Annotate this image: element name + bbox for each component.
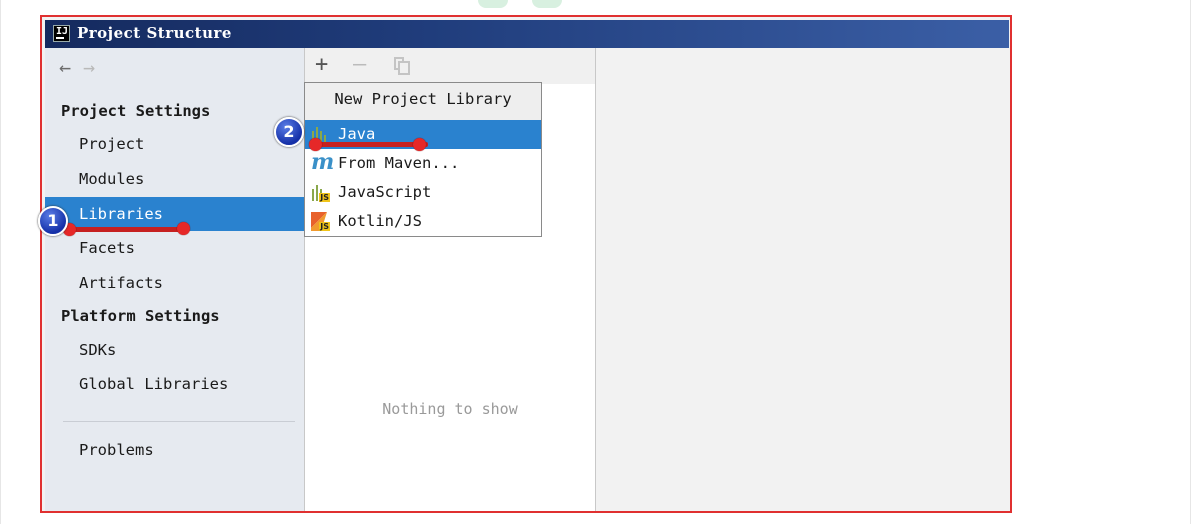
plus-icon[interactable]: +: [315, 54, 328, 76]
maven-icon: m: [311, 149, 335, 175]
sidebar-divider: [63, 421, 295, 422]
popup-item-javascript[interactable]: JS JavaScript: [305, 178, 541, 207]
annotation-underline-libraries: [58, 227, 186, 232]
popup-title: New Project Library: [305, 83, 541, 120]
navigation-arrows: ← →: [59, 57, 95, 77]
kotlin-js-icon: JS: [311, 212, 330, 231]
sidebar-item-global-libraries[interactable]: Global Libraries: [45, 367, 304, 401]
annotation-marker-1: 1: [38, 206, 68, 236]
popup-item-label: Java: [338, 125, 376, 143]
page-border-left: [0, 0, 1, 524]
sidebar-item-problems[interactable]: Problems: [45, 433, 304, 467]
library-toolbar: + —: [305, 48, 595, 84]
title-bar[interactable]: IJ Project Structure: [45, 20, 1009, 48]
sidebar-item-artifacts[interactable]: Artifacts: [45, 266, 304, 300]
project-settings-header: Project Settings: [61, 102, 211, 120]
page-border-right: [1190, 0, 1191, 524]
annotation-dot: [309, 138, 322, 151]
popup-item-from-maven[interactable]: m From Maven...: [305, 149, 541, 178]
copy-icon[interactable]: [394, 57, 410, 75]
sidebar-item-project[interactable]: Project: [45, 127, 304, 161]
minus-icon[interactable]: —: [353, 54, 366, 76]
annotation-underline-java: [312, 142, 428, 147]
popup-item-kotlin-js[interactable]: JS Kotlin/JS: [305, 207, 541, 236]
settings-sidebar: ← → Project Settings Project Modules Libr…: [45, 48, 304, 511]
window-title: Project Structure: [77, 24, 232, 42]
arrow-right-icon[interactable]: →: [83, 55, 95, 79]
decorative-header-shape: [470, 0, 590, 10]
intellij-app-icon: IJ: [53, 25, 70, 42]
new-project-library-popup: New Project Library Java m From Maven...…: [304, 82, 542, 237]
annotation-dot: [413, 138, 426, 151]
popup-item-label: JavaScript: [338, 183, 432, 201]
sidebar-item-sdks[interactable]: SDKs: [45, 333, 304, 367]
sidebar-item-modules[interactable]: Modules: [45, 162, 304, 196]
popup-item-label: From Maven...: [338, 154, 460, 172]
sidebar-item-facets[interactable]: Facets: [45, 231, 304, 265]
annotation-marker-2: 2: [274, 117, 304, 147]
javascript-library-icon: JS: [311, 183, 330, 202]
annotation-dot: [177, 222, 190, 235]
platform-settings-header: Platform Settings: [61, 307, 220, 325]
popup-item-label: Kotlin/JS: [338, 212, 422, 230]
arrow-left-icon[interactable]: ←: [59, 55, 71, 79]
sidebar-item-libraries[interactable]: Libraries: [45, 197, 304, 231]
empty-list-message: Nothing to show: [382, 400, 518, 418]
details-panel: [596, 48, 1010, 511]
